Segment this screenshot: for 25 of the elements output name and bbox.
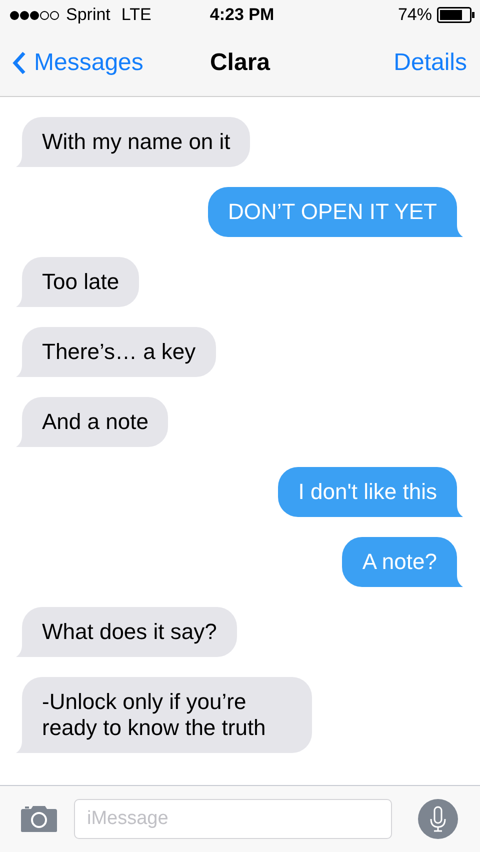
message-bubble: DON’T OPEN IT YET <box>208 187 457 237</box>
message-input[interactable]: iMessage <box>74 799 392 839</box>
message-bubble: Too late <box>22 257 140 307</box>
message-bubble: What does it say? <box>22 607 237 657</box>
bubble-tail-icon <box>455 505 463 517</box>
bubble-tail-icon <box>455 225 463 237</box>
message-bubble: With my name on it <box>22 117 250 167</box>
details-link[interactable]: Details <box>394 49 467 77</box>
signal-icon <box>9 10 61 20</box>
message-bubble: I don't like this <box>278 467 457 517</box>
bubble-tail-icon <box>455 575 463 587</box>
message-bubble: -Unlock only if you’re ready to know the truth <box>22 677 312 753</box>
battery-icon <box>437 7 475 23</box>
carrier-name: Sprint <box>66 5 110 25</box>
back-button[interactable]: Messages <box>12 49 144 77</box>
camera-icon[interactable] <box>20 805 58 833</box>
chevron-left-icon <box>12 51 26 75</box>
microphone-icon[interactable] <box>418 799 458 839</box>
network-type: LTE <box>121 5 152 25</box>
status-time: 4:23 PM <box>210 5 274 25</box>
contact-name: Clara <box>210 49 270 77</box>
battery-percentage: 74% <box>398 5 432 25</box>
message-bubble: A note? <box>342 537 457 587</box>
message-bubble: And a note <box>22 397 168 447</box>
message-bubble: There’s… a key <box>22 327 216 377</box>
